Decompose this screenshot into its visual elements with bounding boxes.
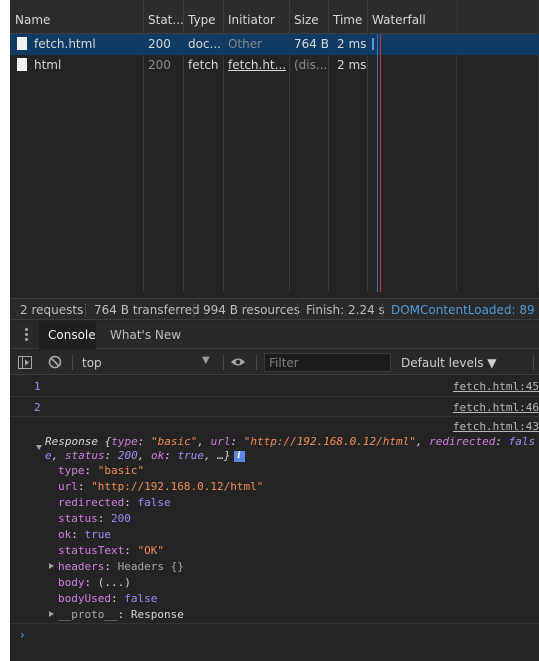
context-selector[interactable]: top — [82, 356, 102, 370]
network-status-bar: 2 requests 764 B transferred 994 B resou… — [10, 298, 539, 320]
chevron-down-icon[interactable]: ▼ — [202, 355, 210, 366]
log-value: 1 — [34, 380, 41, 393]
request-type: doc... — [188, 37, 221, 51]
tab-whats-new[interactable]: What's New — [110, 321, 181, 349]
source-link[interactable]: fetch.html:45 — [453, 380, 539, 393]
prop-bodyused: bodyUsed: false — [58, 592, 158, 605]
column-header-initiator[interactable]: Initiator — [228, 13, 275, 27]
request-row-fetch-html[interactable]: fetch.html 200 doc... Other 764 B 2 ms — [10, 34, 539, 55]
request-name: fetch.html — [34, 37, 96, 51]
request-status: 200 — [148, 58, 171, 72]
tab-console[interactable]: Console — [39, 321, 96, 349]
expand-triangle-icon[interactable] — [49, 611, 54, 617]
prop-redirected: redirected: false — [58, 496, 171, 509]
prop-type: type: "basic" — [58, 464, 145, 477]
clear-console-icon[interactable] — [48, 355, 62, 369]
request-name: html — [34, 58, 62, 72]
log-levels-dropdown[interactable]: Default levels ▼ — [401, 356, 497, 370]
request-size: 764 B — [294, 37, 329, 51]
divider — [72, 355, 73, 370]
document-icon — [17, 37, 27, 50]
divider — [382, 303, 383, 317]
log-value: 2 — [34, 401, 41, 414]
request-size: (dis... — [294, 58, 326, 72]
transferred-size: 764 B transferred — [94, 303, 200, 317]
request-initiator: Other — [228, 37, 263, 51]
column-header-time[interactable]: Time — [333, 13, 362, 27]
divider — [223, 355, 224, 370]
domcontentloaded-line — [377, 34, 378, 292]
prop-body[interactable]: body: (...) — [58, 576, 131, 589]
console-message: 1 fetch.html:45 — [10, 376, 539, 397]
source-link[interactable]: fetch.html:46 — [453, 401, 539, 414]
divider — [533, 355, 534, 370]
expand-triangle-icon[interactable] — [49, 563, 54, 569]
finish-time: Finish: 2.24 s — [306, 303, 385, 317]
collapse-triangle-icon[interactable] — [36, 445, 42, 450]
prop-status: status: 200 — [58, 512, 131, 525]
column-header-type[interactable]: Type — [188, 13, 216, 27]
object-summary-line1[interactable]: Response {type: "basic", url: "http://19… — [45, 435, 535, 448]
info-icon[interactable]: i — [233, 450, 245, 462]
divider — [193, 303, 194, 317]
more-tools-icon[interactable] — [25, 328, 28, 342]
prop-ok: ok: true — [58, 528, 111, 541]
domcontentloaded-time: DOMContentLoaded: 89 ms — [391, 303, 539, 317]
prop-proto[interactable]: __proto__: Response — [58, 608, 184, 621]
filter-box — [264, 353, 391, 372]
request-row-html[interactable]: html 200 fetch fetch.ht... (dis... 2 ms — [10, 55, 539, 76]
divider — [256, 355, 257, 370]
request-time: 2 ms — [337, 58, 367, 72]
resources-size: 994 B resources — [203, 303, 300, 317]
live-expression-eye-icon[interactable] — [230, 357, 246, 367]
network-table-header: Name Stat... Type Initiator Size Time Wa… — [10, 0, 539, 34]
object-summary-line2[interactable]: e, status: 200, ok: true, …} i — [45, 449, 245, 462]
load-event-line — [380, 34, 381, 292]
console-toolbar: top ▼ Default levels ▼ — [10, 350, 539, 375]
console-prompt[interactable]: › — [20, 628, 25, 642]
response-object: Response {type: "basic", url: "http://19… — [10, 426, 539, 624]
devtools-panel: Name Stat... Type Initiator Size Time Wa… — [10, 0, 539, 661]
request-status: 200 — [148, 37, 171, 51]
column-header-waterfall[interactable]: Waterfall — [372, 13, 426, 27]
divider — [85, 303, 86, 317]
divider — [297, 303, 298, 317]
request-count: 2 requests — [20, 303, 84, 317]
request-initiator-link[interactable]: fetch.ht... — [228, 58, 286, 72]
prop-headers[interactable]: headers: Headers {} — [58, 560, 184, 573]
request-time: 2 ms — [337, 37, 367, 51]
column-header-name[interactable]: Name — [15, 13, 50, 27]
console-message: 2 fetch.html:46 — [10, 397, 539, 417]
column-header-size[interactable]: Size — [294, 13, 319, 27]
waterfall-bar — [372, 38, 374, 50]
column-header-status[interactable]: Stat... — [148, 13, 184, 27]
document-icon — [17, 58, 27, 71]
prop-statustext: statusText: "OK" — [58, 544, 164, 557]
sidebar-toggle-icon[interactable] — [18, 356, 32, 369]
console-filter-input[interactable] — [265, 354, 390, 371]
request-type: fetch — [188, 58, 219, 72]
prop-url: url: "http://192.168.0.12/html" — [58, 480, 264, 493]
drawer-tab-bar: Console What's New — [10, 321, 539, 349]
